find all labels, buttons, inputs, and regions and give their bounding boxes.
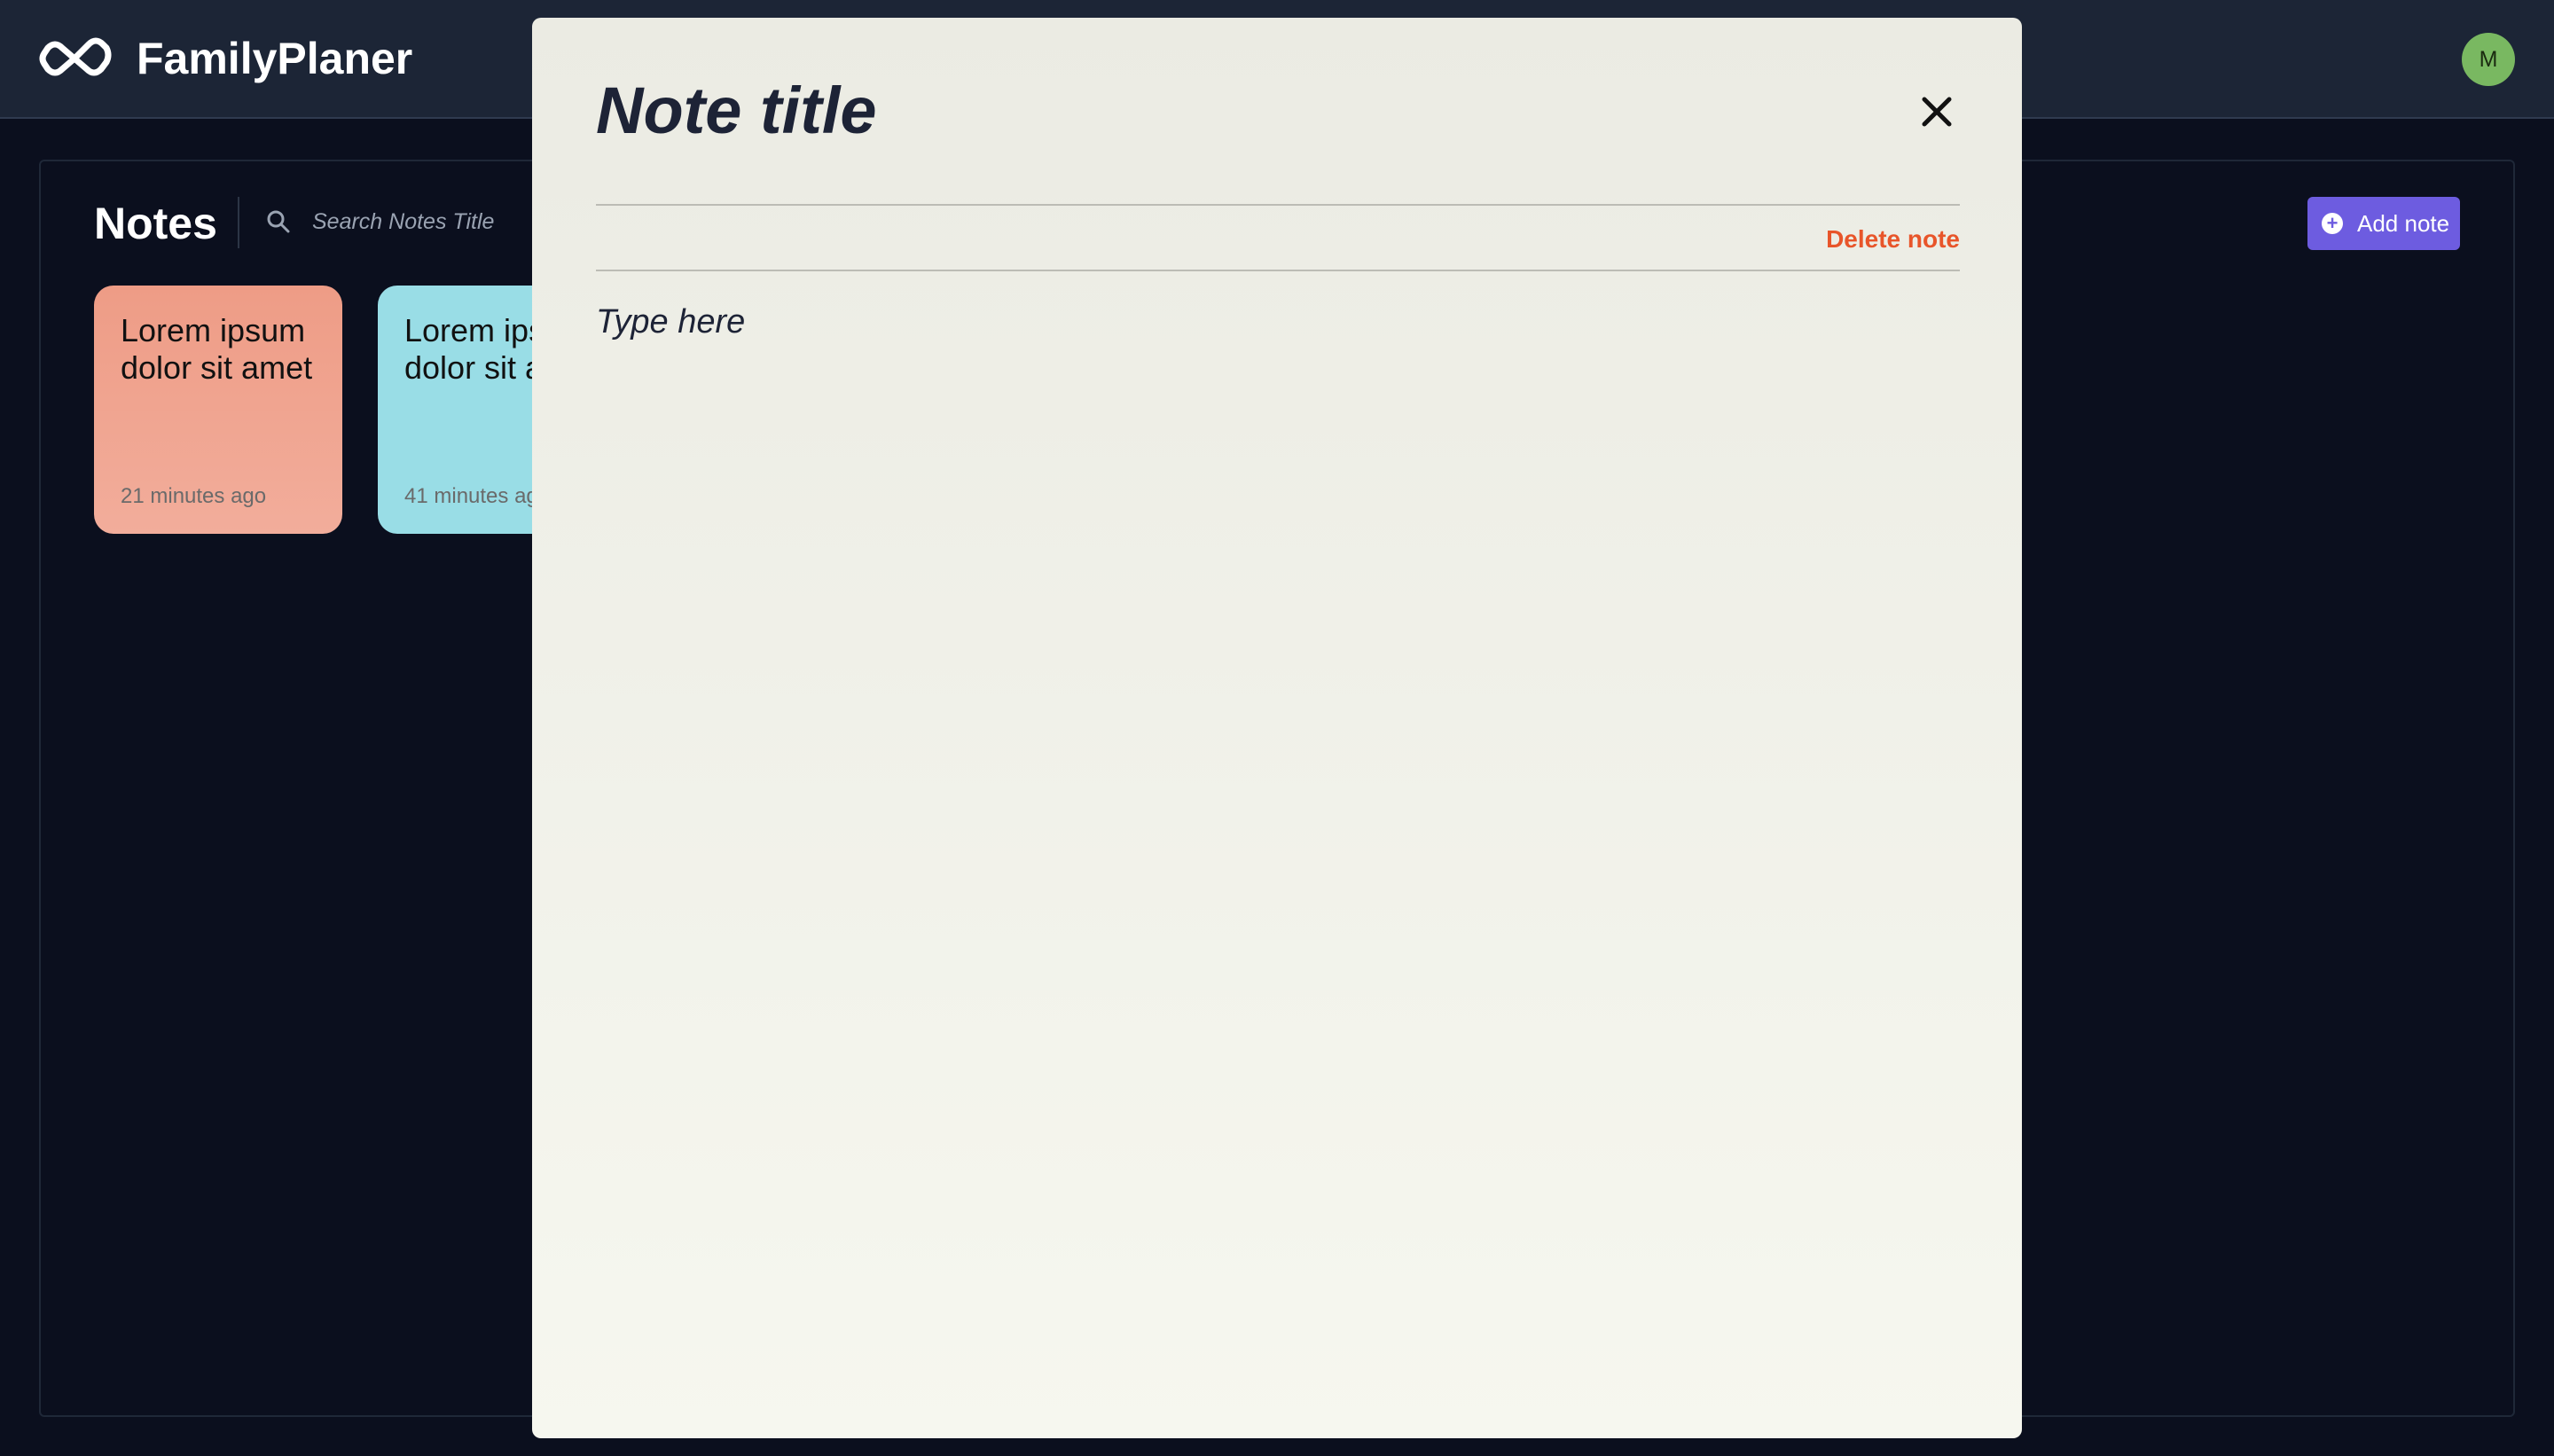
close-icon[interactable] [1917,92,1956,131]
add-note-button[interactable]: + Add note [2307,197,2460,250]
page-title: Notes [94,199,217,248]
plus-circle-icon: + [2322,213,2343,234]
note-card[interactable]: Lorem ipsum dolor sit amet 21 minutes ag… [94,286,342,534]
note-card-title: Lorem ipsum dolor sit amet [121,312,313,386]
note-card-timestamp: 41 minutes ago [404,484,551,508]
app-brand-name[interactable]: FamilyPlaner [137,32,412,85]
search-notes-input[interactable] [312,204,560,239]
note-card-timestamp: 21 minutes ago [121,484,267,508]
divider [596,270,1960,271]
infinity-link-icon[interactable] [37,34,112,83]
header-divider [238,197,239,248]
note-title-field[interactable]: Note title [596,71,877,151]
note-body-textarea[interactable] [596,301,1960,1401]
note-editor-modal: Note title Delete note [532,18,2022,1438]
search-icon [267,210,290,233]
divider [596,204,1960,206]
add-note-label: Add note [2357,210,2450,237]
delete-note-button[interactable]: Delete note [1826,223,1960,255]
user-avatar[interactable]: M [2462,33,2515,86]
